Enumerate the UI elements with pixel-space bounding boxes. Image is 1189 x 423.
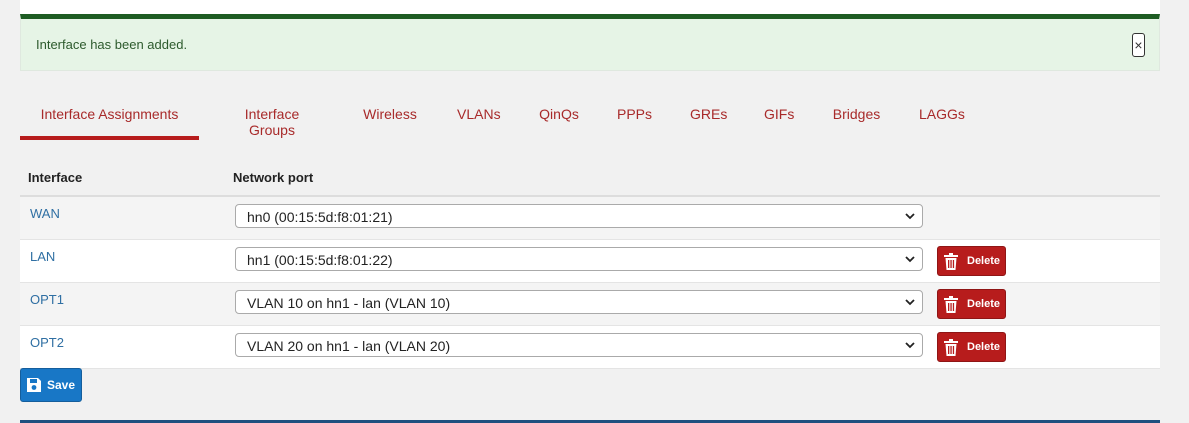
network-port-select-wan[interactable]: hn0 (00:15:5d:f8:01:21) [235, 204, 923, 228]
trash-icon [944, 296, 958, 313]
trash-icon [944, 339, 958, 356]
floppy-disk-icon [27, 378, 41, 392]
tab-qinqs[interactable]: QinQs [539, 96, 579, 140]
chevron-down-icon [905, 299, 915, 306]
delete-button-lan[interactable]: Delete [937, 246, 1006, 276]
top-strip [20, 0, 1160, 14]
tab-gifs[interactable]: GIFs [764, 96, 794, 140]
close-icon[interactable]: × [1132, 33, 1145, 57]
interface-link-wan[interactable]: WAN [30, 206, 60, 221]
chevron-down-icon [905, 213, 915, 220]
delete-label: Delete [967, 298, 1001, 310]
tab-ppps[interactable]: PPPs [617, 96, 652, 140]
table-row: OPT2 VLAN 20 on hn1 - lan (VLAN 20) Dele… [20, 326, 1160, 369]
network-port-select-opt2[interactable]: VLAN 20 on hn1 - lan (VLAN 20) [235, 333, 923, 357]
delete-label: Delete [967, 255, 1001, 267]
tab-bar: Interface Assignments Interface Groups W… [20, 96, 1160, 140]
save-label: Save [47, 378, 76, 392]
interface-link-lan[interactable]: LAN [30, 249, 55, 264]
interface-link-opt2[interactable]: OPT2 [30, 335, 64, 350]
delete-label: Delete [967, 341, 1001, 353]
alert-message: Interface has been added. [36, 37, 188, 52]
success-alert: Interface has been added. × [20, 14, 1160, 71]
table-row: LAN hn1 (00:15:5d:f8:01:22) Delete [20, 240, 1160, 283]
trash-icon [944, 253, 958, 270]
select-value: hn0 (00:15:5d:f8:01:21) [247, 209, 393, 225]
network-port-select-opt1[interactable]: VLAN 10 on hn1 - lan (VLAN 10) [235, 290, 923, 314]
select-value: VLAN 10 on hn1 - lan (VLAN 10) [247, 295, 451, 311]
delete-button-opt2[interactable]: Delete [937, 332, 1006, 362]
interface-table: Interface Network port WAN hn0 (00:15:5d… [20, 154, 1160, 369]
tab-interface-assignments[interactable]: Interface Assignments [20, 96, 199, 140]
chevron-down-icon [905, 342, 915, 349]
delete-button-opt1[interactable]: Delete [937, 289, 1006, 319]
chevron-down-icon [905, 256, 915, 263]
table-header: Interface Network port [20, 154, 1160, 197]
tab-bridges[interactable]: Bridges [832, 96, 881, 140]
table-row: WAN hn0 (00:15:5d:f8:01:21) [20, 197, 1160, 240]
table-row: OPT1 VLAN 10 on hn1 - lan (VLAN 10) Dele… [20, 283, 1160, 326]
network-port-select-lan[interactable]: hn1 (00:15:5d:f8:01:22) [235, 247, 923, 271]
select-value: VLAN 20 on hn1 - lan (VLAN 20) [247, 338, 451, 354]
save-button[interactable]: Save [20, 368, 82, 402]
tab-laggs[interactable]: LAGGs [919, 96, 965, 140]
header-interface: Interface [28, 170, 83, 185]
tab-interface-groups[interactable]: Interface Groups [220, 96, 324, 140]
tab-gres[interactable]: GREs [690, 96, 727, 140]
interface-link-opt1[interactable]: OPT1 [30, 292, 64, 307]
select-value: hn1 (00:15:5d:f8:01:22) [247, 252, 393, 268]
tab-vlans[interactable]: VLANs [457, 96, 501, 140]
header-network-port: Network port [233, 170, 314, 185]
tab-wireless[interactable]: Wireless [363, 96, 417, 140]
